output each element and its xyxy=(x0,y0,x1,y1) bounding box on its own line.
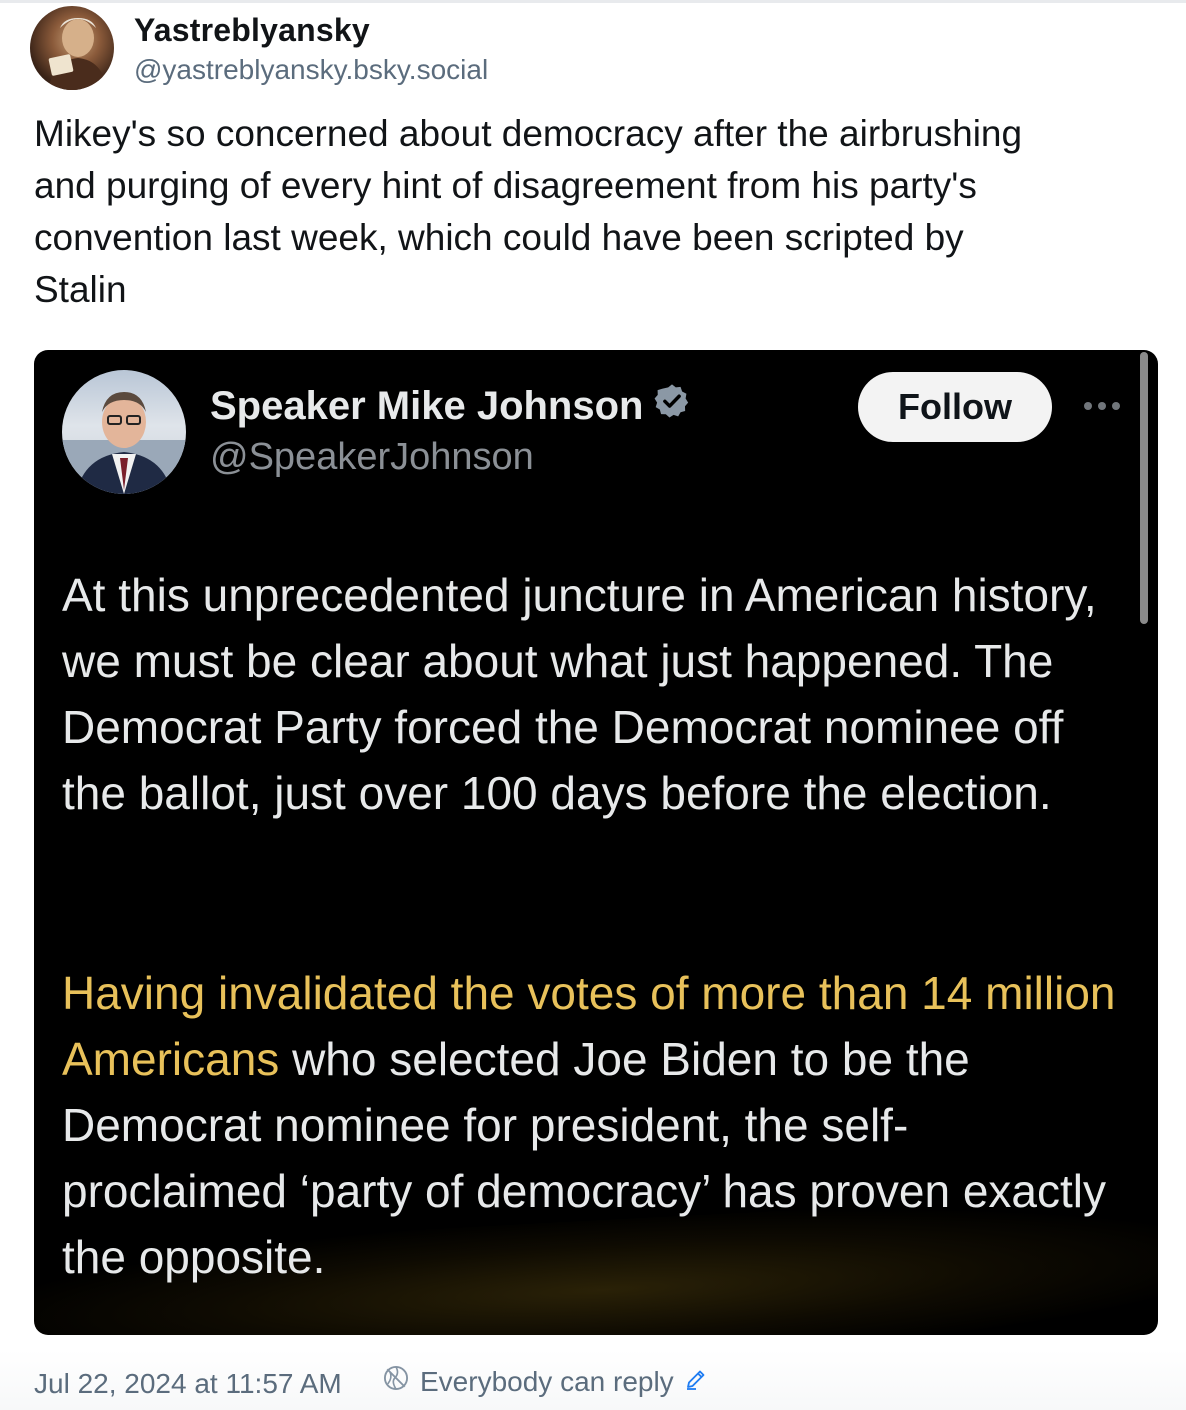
embedded-avatar xyxy=(62,370,186,494)
author-handle[interactable]: @yastreblyansky.bsky.social xyxy=(134,54,488,86)
verified-badge-icon xyxy=(653,382,691,430)
embedded-display-name: Speaker Mike Johnson xyxy=(210,382,691,430)
top-divider xyxy=(0,0,1186,3)
embedded-image[interactable]: Speaker Mike Johnson @SpeakerJohnson Fol… xyxy=(34,350,1158,1335)
more-options-icon xyxy=(1084,400,1126,412)
author-display-name[interactable]: Yastreblyansky xyxy=(134,12,370,49)
post-text: Mikey's so concerned about democracy aft… xyxy=(34,113,1023,310)
follow-button: Follow xyxy=(858,372,1052,442)
reply-setting-label: Everybody can reply xyxy=(420,1365,674,1397)
post-timestamp[interactable]: Jul 22, 2024 at 11:57 AM xyxy=(34,1368,342,1400)
embedded-paragraph-1: At this unprecedented juncture in Americ… xyxy=(62,569,1097,819)
post-author: Yastreblyansky @yastreblyansky.bsky.soci… xyxy=(30,6,1130,90)
author-avatar[interactable] xyxy=(30,6,114,90)
embedded-paragraph-2: Having invalidated the votes of more tha… xyxy=(62,960,1122,1290)
embedded-name-text: Speaker Mike Johnson xyxy=(210,383,644,428)
pencil-icon[interactable] xyxy=(684,1366,708,1398)
globe-crossed-icon xyxy=(382,1364,410,1399)
reply-setting[interactable]: Everybody can reply xyxy=(382,1364,708,1399)
scroll-indicator xyxy=(1140,352,1148,624)
embedded-handle: @SpeakerJohnson xyxy=(210,436,534,478)
